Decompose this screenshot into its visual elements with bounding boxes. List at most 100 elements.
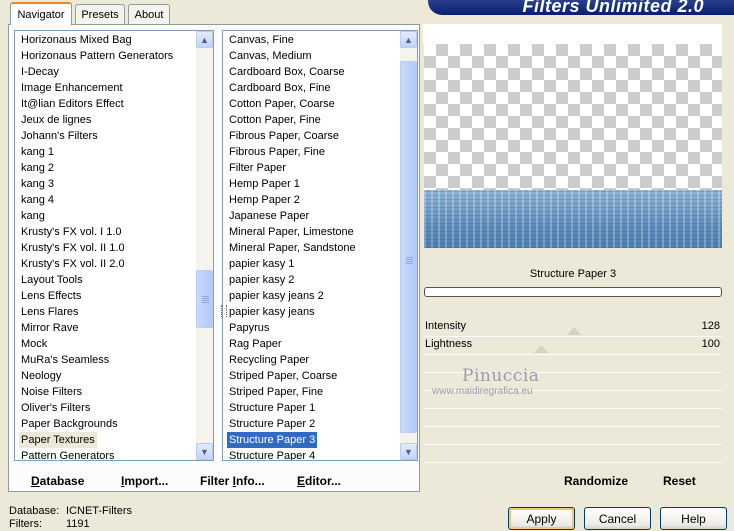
category-scrollbar[interactable]: ▲ ▼ [196, 31, 213, 460]
list-item[interactable]: It@lian Editors Effect [19, 96, 126, 112]
texture-preview [424, 190, 722, 248]
scroll-thumb[interactable] [400, 61, 417, 433]
list-item[interactable]: Filter Paper [227, 160, 288, 176]
list-item[interactable]: Cardboard Box, Coarse [227, 64, 347, 80]
chevron-down-icon: ▼ [200, 446, 209, 457]
list-item[interactable]: Lens Flares [19, 304, 80, 320]
list-item[interactable]: Mineral Paper, Sandstone [227, 240, 358, 256]
list-item[interactable]: Rag Paper [227, 336, 284, 352]
filter-scrollbar[interactable]: ▲ ▼ [400, 31, 417, 460]
list-item[interactable]: Horizonaus Pattern Generators [19, 48, 175, 64]
param-label: Intensity [425, 320, 466, 332]
list-item[interactable]: papier kasy 1 [227, 256, 296, 272]
tab-presets[interactable]: Presets [75, 4, 125, 24]
list-item[interactable]: Recycling Paper [227, 352, 311, 368]
list-item[interactable]: Paper Backgrounds [19, 416, 120, 432]
list-item[interactable]: Structure Paper 4 [227, 448, 317, 460]
help-button[interactable]: Help [660, 507, 727, 530]
scroll-thumb[interactable] [196, 270, 213, 328]
tab-about-label: About [134, 8, 164, 21]
list-item[interactable]: papier kasy jeans 2 [227, 288, 326, 304]
list-item[interactable]: Paper Textures [19, 432, 97, 448]
import-button[interactable]: Import... [121, 474, 168, 488]
scroll-down-button[interactable]: ▼ [400, 443, 417, 460]
list-item[interactable]: Jeux de lignes [19, 112, 93, 128]
app-banner: Filters Unlimited 2.0 [428, 0, 734, 15]
param-value: 128 [701, 320, 720, 332]
list-item[interactable]: kang 2 [19, 160, 56, 176]
cancel-button[interactable]: Cancel [584, 507, 651, 530]
list-item[interactable]: Krusty's FX vol. II 2.0 [19, 256, 127, 272]
list-item[interactable]: Krusty's FX vol. II 1.0 [19, 240, 127, 256]
scroll-up-button[interactable]: ▲ [196, 31, 213, 48]
list-item[interactable]: kang 3 [19, 176, 56, 192]
resize-handle[interactable] [221, 305, 227, 317]
tab-about[interactable]: About [128, 4, 170, 24]
list-item[interactable]: Johann's Filters [19, 128, 100, 144]
list-item[interactable]: Striped Paper, Coarse [227, 368, 339, 384]
randomize-button[interactable]: Randomize [564, 474, 628, 488]
list-item[interactable]: Layout Tools [19, 272, 85, 288]
list-item[interactable]: Noise Filters [19, 384, 84, 400]
tab-presets-label: Presets [81, 8, 119, 21]
list-item[interactable]: I-Decay [19, 64, 61, 80]
list-item[interactable]: Oliver's Filters [19, 400, 92, 416]
app-title: Filters Unlimited 2.0 [522, 0, 704, 15]
editor-button[interactable]: Editor... [297, 474, 341, 488]
status-database-label: Database: [9, 505, 60, 517]
scroll-down-button[interactable]: ▼ [196, 443, 213, 460]
list-item[interactable]: Japanese Paper [227, 208, 311, 224]
list-item[interactable]: Hemp Paper 1 [227, 176, 302, 192]
slider-marker[interactable] [533, 345, 548, 353]
list-item[interactable]: Fibrous Paper, Coarse [227, 128, 341, 144]
list-item[interactable]: MuRa's Seamless [19, 352, 111, 368]
category-list[interactable]: Horizonaus Mixed Bag Horizonaus Pattern G… [14, 30, 214, 461]
param-intensity[interactable]: Intensity 128 [424, 318, 722, 337]
list-item[interactable]: Canvas, Medium [227, 48, 314, 64]
database-button[interactable]: Database [31, 474, 84, 488]
list-item[interactable]: Structure Paper 1 [227, 400, 317, 416]
scroll-up-button[interactable]: ▲ [400, 31, 417, 48]
list-item[interactable]: Canvas, Fine [227, 32, 296, 48]
param-lightness[interactable]: Lightness 100 [424, 336, 722, 355]
list-item[interactable]: Papyrus [227, 320, 271, 336]
list-item[interactable]: papier kasy 2 [227, 272, 296, 288]
list-item[interactable]: Krusty's FX vol. I 1.0 [19, 224, 124, 240]
list-item[interactable]: kang 1 [19, 144, 56, 160]
watermark-url: www.maidiregrafica.eu [432, 386, 533, 397]
chevron-down-icon: ▼ [404, 446, 413, 457]
chevron-up-icon: ▲ [404, 34, 413, 45]
list-item[interactable]: Hemp Paper 2 [227, 192, 302, 208]
list-item[interactable]: kang [19, 208, 47, 224]
filter-info-button[interactable]: Filter Info... [200, 474, 265, 488]
param-value: 100 [701, 338, 720, 350]
list-item[interactable]: kang 4 [19, 192, 56, 208]
list-item[interactable]: Neology [19, 368, 63, 384]
list-item[interactable]: Structure Paper 3 [227, 432, 318, 448]
tab-navigator[interactable]: Navigator [10, 2, 72, 25]
list-item[interactable]: papier kasy jeans [227, 304, 317, 320]
watermark-name: Pinuccia [462, 366, 540, 386]
list-item[interactable]: Pattern Generators [19, 448, 117, 460]
list-item[interactable]: Cotton Paper, Coarse [227, 96, 337, 112]
list-item[interactable]: Mirror Rave [19, 320, 80, 336]
spacer [424, 300, 722, 318]
list-item[interactable]: Lens Effects [19, 288, 83, 304]
list-item[interactable]: Cotton Paper, Fine [227, 112, 323, 128]
list-item[interactable]: Image Enhancement [19, 80, 125, 96]
list-item[interactable]: Cardboard Box, Fine [227, 80, 333, 96]
param-label: Lightness [425, 338, 473, 350]
filter-list[interactable]: Canvas, Fine Canvas, Medium Cardboard Box,… [222, 30, 418, 461]
list-item[interactable]: Horizonaus Mixed Bag [19, 32, 134, 48]
list-item[interactable]: Fibrous Paper, Fine [227, 144, 327, 160]
list-item[interactable]: Striped Paper, Fine [227, 384, 325, 400]
status-filters-value: 1191 [66, 518, 90, 530]
list-item[interactable]: Mineral Paper, Limestone [227, 224, 356, 240]
reset-button[interactable]: Reset [663, 474, 696, 488]
slider-marker[interactable] [566, 327, 581, 335]
list-item[interactable]: Structure Paper 2 [227, 416, 317, 432]
preview-image[interactable] [424, 44, 722, 248]
status-filters-label: Filters: [9, 518, 42, 530]
list-item[interactable]: Mock [19, 336, 49, 352]
apply-button[interactable]: Apply [508, 507, 575, 530]
